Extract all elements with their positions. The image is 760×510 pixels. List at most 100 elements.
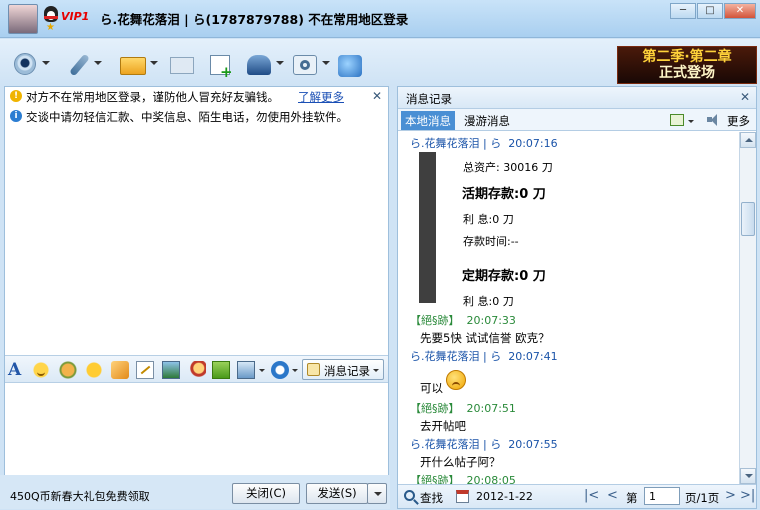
speaker-icon[interactable] (707, 113, 721, 126)
info-notice: i 交谈中请勿轻信汇款、中奖信息、陌生电话，勿使用外挂软件。 (5, 107, 388, 127)
voice-message-icon[interactable] (111, 361, 129, 379)
payment-dropdown-icon[interactable] (292, 369, 298, 372)
scroll-thumb[interactable] (741, 202, 755, 236)
music-icon[interactable] (188, 361, 206, 379)
maximize-button[interactable]: □ (697, 3, 723, 19)
message-input[interactable] (5, 383, 388, 477)
message-log: ら.花舞花落泪 | ら 20:07:16 总资产: 30016 刀 活期存款:0… (398, 132, 739, 484)
avatar[interactable] (8, 4, 38, 34)
message-text: 先要5快 试试信誉 欧克？ (420, 331, 550, 345)
send-options-button[interactable] (367, 483, 387, 504)
history-scrollbar[interactable] (739, 132, 756, 484)
card-bar (419, 152, 436, 303)
security-notice: ! 对方不在常用地区登录，谨防他人冒充好友骗钱。 了解更多 ✕ (5, 87, 388, 107)
chat-panel: ! 对方不在常用地区登录，谨防他人冒充好友骗钱。 了解更多 ✕ i 交谈中请勿轻… (4, 86, 389, 506)
penguin-scarf (44, 16, 58, 19)
card-fixed-interest: 利 息:0 刀 (463, 295, 514, 308)
folder-icon[interactable] (120, 53, 158, 77)
calendar-icon[interactable] (456, 490, 469, 503)
info-text: 交谈中请勿轻信汇款、中奖信息、陌生电话，勿使用外挂软件。 (26, 110, 348, 124)
screenshot-dropdown-icon[interactable] (259, 369, 265, 372)
title-bar: ★ VIP1 ら.花舞花落泪 | ら(1787879788) 不在常用地区登录 … (0, 0, 760, 38)
font-icon[interactable]: A (8, 361, 26, 379)
hat-icon[interactable] (246, 53, 284, 77)
history-header: 消息记录 ✕ (398, 87, 756, 109)
note-add-icon[interactable]: + (208, 53, 236, 81)
message-header: ら.花舞花落泪 | ら 20:07:41 (410, 348, 558, 364)
more-button[interactable]: 更多 (727, 113, 750, 129)
message-display-area[interactable] (5, 127, 388, 355)
gift-icon[interactable] (212, 361, 230, 379)
close-window-button[interactable]: ✕ (724, 3, 756, 19)
scroll-up-icon[interactable] (740, 132, 756, 148)
tab-roaming-messages[interactable]: 漫游消息 (460, 111, 514, 130)
message-record-button[interactable]: 消息记录 (302, 359, 384, 380)
page-number-input[interactable] (644, 487, 680, 505)
banner-line2: 正式登场 (659, 65, 715, 81)
chevron-down-icon (373, 369, 379, 372)
message-time: 20:07:51 (466, 402, 516, 415)
webcam-icon[interactable] (12, 53, 50, 77)
prev-page-icon[interactable]: < (607, 488, 618, 503)
tab-local-messages[interactable]: 本地消息 (401, 111, 455, 130)
date-label[interactable]: 2012-1-22 (476, 490, 533, 503)
microphone-icon[interactable] (64, 53, 102, 77)
export-icon[interactable] (670, 114, 684, 126)
promo-text[interactable]: 450Q币新春大礼包免费领取 (10, 488, 150, 504)
card-fixed-deposit: 定期存款:0 刀 (462, 269, 546, 284)
magic-emoticon-icon[interactable] (59, 361, 77, 379)
message-time: 20:07:16 (508, 137, 558, 150)
last-page-icon[interactable]: >| (740, 488, 755, 503)
history-tabs: 本地消息 漫游消息 更多 (398, 109, 756, 131)
message-time: 20:08:05 (466, 474, 516, 484)
close-history-icon[interactable]: ✕ (740, 90, 750, 104)
message-text: 去开帖吧 (420, 419, 466, 433)
page-prefix: 第 (626, 491, 638, 505)
card-deposit-time: 存款时间:-- (463, 235, 519, 248)
sender-name: ら.花舞花落泪 | ら (410, 350, 502, 363)
shake-window-icon[interactable] (85, 361, 103, 379)
message-text: 开什么帖子阿？ (420, 455, 501, 469)
search-icon[interactable] (404, 490, 415, 501)
first-page-icon[interactable]: |< (584, 488, 599, 503)
payment-icon[interactable] (271, 361, 289, 379)
message-header: ら.花舞花落泪 | ら 20:07:55 (410, 436, 558, 452)
minimize-button[interactable]: ─ (670, 3, 696, 19)
qq-penguin-icon (44, 6, 58, 22)
mail-icon[interactable] (170, 53, 198, 77)
close-notice-icon[interactable]: ✕ (372, 89, 382, 103)
message-record-icon (307, 363, 320, 376)
star-icon: ★ (46, 22, 55, 33)
sender-name: 【絕§跡】 (410, 314, 460, 327)
scroll-down-icon[interactable] (740, 468, 756, 484)
window-title: ら.花舞花落泪 | ら(1787879788) 不在常用地区登录 (100, 12, 409, 27)
message-time: 20:07:55 (508, 438, 558, 451)
emoticon-icon[interactable] (32, 361, 50, 379)
learn-more-link[interactable]: 了解更多 (298, 89, 344, 105)
settings-icon[interactable] (292, 53, 330, 77)
export-dropdown-icon[interactable] (688, 120, 694, 123)
window-controls: ─ □ ✕ (669, 3, 756, 19)
message-time: 20:07:33 (466, 314, 516, 327)
history-footer: 查找 2012-1-22 |< < 第 页/1页 > >| (398, 484, 756, 508)
send-image-icon[interactable] (162, 361, 180, 379)
sender-name: 【絕§跡】 (410, 402, 460, 415)
screenshot-icon[interactable] (237, 361, 255, 379)
smiley-icon (446, 370, 466, 390)
app-icon[interactable] (338, 53, 366, 77)
bottom-bar: 450Q币新春大礼包免费领取 关闭(C) 发送(S) (0, 475, 390, 509)
sender-name: ら.花舞花落泪 | ら (410, 438, 502, 451)
message-header: ら.花舞花落泪 | ら 20:07:16 (410, 135, 558, 151)
vip-badge[interactable]: VIP1 (61, 10, 89, 23)
next-page-icon[interactable]: > (725, 488, 736, 503)
doodle-icon[interactable] (136, 361, 154, 379)
card-current-interest: 利 息:0 刀 (463, 213, 514, 226)
close-button[interactable]: 关闭(C) (232, 483, 300, 504)
promo-banner[interactable]: 第二季·第二章 正式登场 (617, 46, 757, 84)
send-button[interactable]: 发送(S) (306, 483, 368, 504)
message-history-panel: 消息记录 ✕ 本地消息 漫游消息 更多 ら.花舞花落泪 | ら 20:07:16… (397, 86, 757, 509)
find-button[interactable]: 查找 (420, 490, 443, 506)
banner-line1: 第二季·第二章 (642, 49, 732, 65)
sender-name: 【絕§跡】 (410, 474, 460, 484)
format-toolbar: A 消息记录 (5, 355, 388, 383)
